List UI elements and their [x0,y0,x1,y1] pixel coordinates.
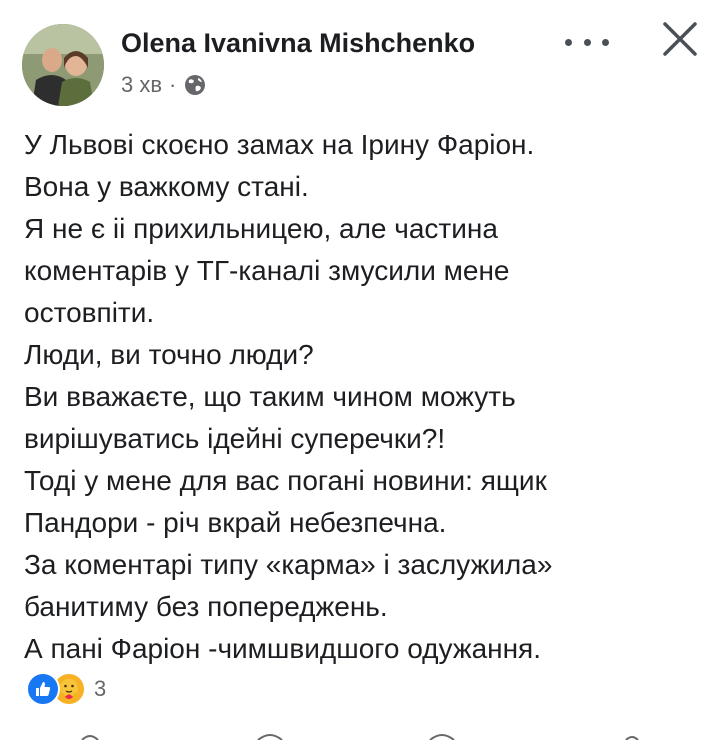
post-line: Вона у важкому стані. [24,171,309,202]
more-options-button[interactable] [565,28,609,56]
author-name[interactable]: Olena Ivanivna Mishchenko [121,28,475,59]
post-line: остовпіти. [24,297,155,328]
post-time[interactable]: 3 хв [121,72,162,98]
post-line: Тоді у мене для вас погані новини: ящик [24,465,547,496]
post-line: А пані Фаріон -чимшвидшого одужання. [24,633,542,664]
avatar-photo [22,24,104,106]
post-meta: 3 хв · [121,72,206,98]
post-line: банитиму без попереджень. [24,591,388,622]
close-icon[interactable] [661,20,699,58]
more-dot-icon [583,38,591,46]
like-icon [26,672,60,706]
globe-icon[interactable] [184,74,206,96]
post-line: коментарів у ТГ-каналі змусили мене [24,255,510,286]
action-bar-icons-partial [81,734,639,740]
post-line: Люди, ви точно люди? [24,339,314,370]
reaction-count[interactable]: 3 [94,676,106,702]
post-line: вирішуватись ідейні суперечки?! [24,423,446,454]
post-line: Ви вважаєте, що таким чином можуть [24,381,516,412]
reactions-summary[interactable]: 3 [26,672,106,706]
post-header: Olena Ivanivna Mishchenko 3 хв · [0,0,719,110]
post-text: У Львові скоєно замах на Ірину Фаріон. В… [24,124,704,670]
author-avatar[interactable] [22,24,104,106]
post-line: У Львові скоєно замах на Ірину Фаріон. [24,129,535,160]
post-line: Я не є іі прихильницею, але частина [24,213,498,244]
post-line: За коментарі типу «карма» і заслужила» [24,549,553,580]
more-dot-icon [565,38,572,46]
more-dot-icon [602,38,609,46]
post-line: Пандори - річ вкрай небезпечна. [24,507,447,538]
meta-separator: · [169,72,177,97]
